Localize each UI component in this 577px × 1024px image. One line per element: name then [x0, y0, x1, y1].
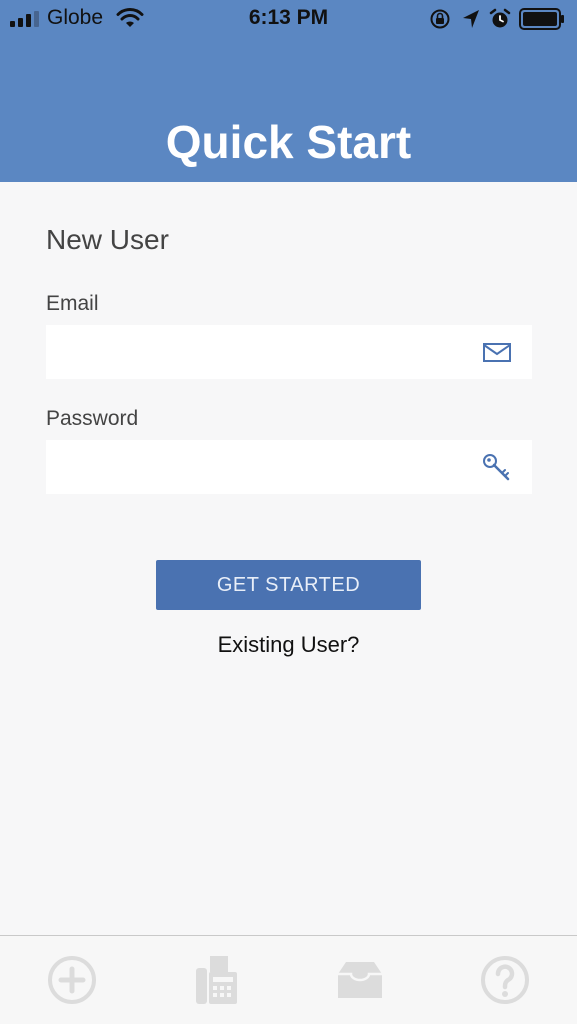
add-icon[interactable]	[44, 952, 100, 1008]
section-title: New User	[46, 224, 169, 255]
email-label: Email	[46, 292, 99, 315]
alarm-clock-icon	[489, 8, 511, 28]
main-content: New User Email Password GET STARTED Exis…	[0, 182, 577, 935]
inbox-icon[interactable]	[332, 952, 388, 1008]
location-arrow-icon	[463, 10, 479, 28]
password-field[interactable]	[46, 440, 532, 494]
help-icon[interactable]	[477, 952, 533, 1008]
fax-machine-icon[interactable]	[188, 952, 244, 1008]
tab-bar	[0, 935, 577, 1024]
status-bar: Globe 6:13 PM	[0, 0, 577, 38]
email-field[interactable]	[46, 325, 532, 379]
header-bar: Globe 6:13 PM Quick Start	[0, 0, 577, 182]
existing-user-link[interactable]: Existing User?	[0, 632, 577, 658]
page-title: Quick Start	[165, 116, 412, 168]
get-started-button[interactable]: GET STARTED	[156, 560, 421, 610]
key-icon	[483, 454, 510, 481]
password-label: Password	[46, 407, 139, 430]
battery-icon	[519, 8, 564, 30]
envelope-icon	[483, 343, 511, 362]
orientation-lock-icon	[430, 9, 450, 29]
